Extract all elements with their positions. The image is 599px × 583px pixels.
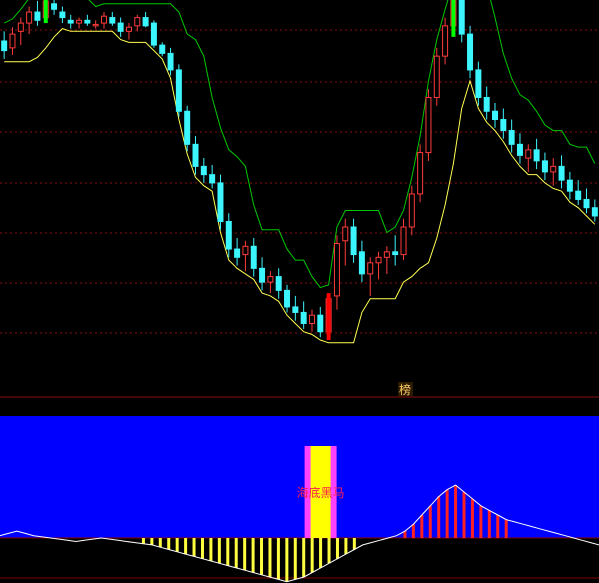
indicator-annotation: 海底黑马 [297,485,345,500]
candle-body [84,19,91,24]
candle-body [558,165,565,181]
candle-body [125,26,132,32]
candle-body [458,0,465,35]
candle-body [67,19,74,24]
candle-body [417,152,424,195]
candle-body [525,149,532,159]
candle-body [175,69,182,112]
candle-body [267,276,274,283]
candle-body [475,69,482,98]
candle-body [516,143,523,156]
candle-body [150,22,157,46]
candle-body [26,11,33,24]
candle-body [59,11,66,19]
candle-body [566,179,573,192]
candle-body [184,110,191,145]
candle-body [259,267,266,283]
candle-body [225,220,232,250]
candle-body [583,198,590,209]
marker-label: 榜 [399,382,411,397]
candle-body [492,110,499,121]
candle-body [433,55,440,98]
candle-body [100,15,107,24]
candle-body [350,226,357,256]
candle-body [508,130,515,145]
candle-body [483,96,490,112]
candle-body [250,245,257,269]
candle-body [367,262,374,275]
candle-body [500,119,507,132]
marker-label-group: 榜 [398,382,413,397]
candle-body [284,289,291,308]
candle-body [9,33,16,49]
candle-body [209,174,216,184]
candle-body [234,248,241,258]
candle-body [533,149,540,162]
candle-body [541,160,548,173]
candle-body [200,165,207,176]
candle-body [109,17,116,24]
candle-body [308,314,315,324]
signal-bar [451,0,456,37]
indicator-lower-background [0,538,599,583]
candle-body [34,11,41,21]
candle-body [342,226,349,242]
stock-chart: 榜 海底黑马 [0,0,599,583]
candle-body [167,52,174,71]
signal-bar [326,293,331,340]
candle-body [17,22,24,32]
candle-body [317,314,324,333]
candle-body [467,33,474,71]
candle-body [358,251,365,275]
candle-body [292,306,299,313]
candle-body [425,96,432,154]
signal-bar [43,0,48,24]
candle-body [550,165,557,173]
candle-body [275,276,282,291]
candle-body [134,17,141,27]
candle-body [375,256,382,264]
candle-body [217,182,224,222]
candle-body [51,3,58,10]
candle-body [442,25,449,57]
candle-body [159,44,166,54]
candle-body [1,40,8,52]
indicator-background [0,416,599,538]
candle-body [76,19,83,24]
candle-body [192,143,199,167]
candle-body [575,190,582,200]
candle-body [591,207,598,217]
candle-body [92,23,99,27]
candle-body [142,17,149,27]
candle-body [333,243,340,297]
candle-body [300,311,307,324]
candle-body [242,245,249,256]
candle-body [117,22,124,32]
candle-body [400,226,407,256]
candle-body [383,251,390,258]
candle-body [392,251,399,256]
candle-body [408,193,415,228]
